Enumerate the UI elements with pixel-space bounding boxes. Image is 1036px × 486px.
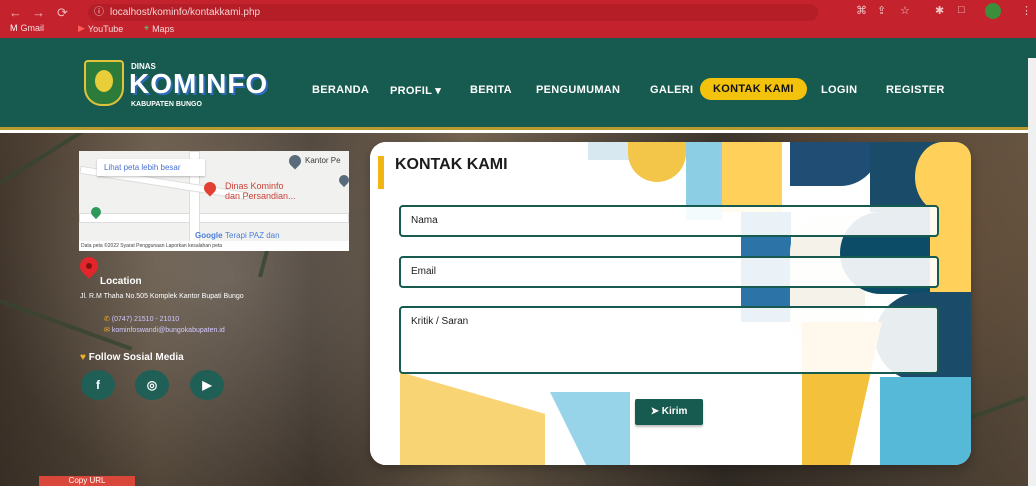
regency-crest: [84, 60, 124, 106]
nav-galeri[interactable]: GALERI: [650, 84, 693, 96]
gmail-bookmark[interactable]: M Gmail: [10, 23, 44, 33]
sidepanel-icon[interactable]: □: [958, 4, 965, 16]
maps-bookmark[interactable]: ⌖ Maps: [144, 23, 174, 34]
instagram-icon: ◎: [146, 378, 158, 392]
map-label: Kantor Pe: [305, 156, 341, 165]
nav-profil[interactable]: PROFIL ▾: [390, 84, 441, 97]
pine-branch: [0, 299, 133, 351]
menu-icon[interactable]: ⋮: [1021, 4, 1032, 17]
google-logo: Google: [195, 231, 223, 240]
back-icon[interactable]: ←: [9, 5, 22, 20]
decor-shape: [880, 377, 971, 465]
facebook-button[interactable]: f: [81, 370, 115, 400]
nav-register[interactable]: REGISTER: [886, 84, 945, 96]
map-pin-icon[interactable]: [286, 152, 304, 170]
map-road: [79, 213, 349, 223]
facebook-icon: f: [96, 378, 100, 392]
share-icon[interactable]: ⇪: [877, 4, 886, 17]
maps-icon: ⌖: [144, 23, 150, 33]
browser-chrome: ← → ⟳ ⓘ localhost/kominfo/kontakkami.php …: [0, 0, 1036, 38]
larger-map-link[interactable]: Lihat peta lebih besar: [97, 159, 205, 176]
address-text: Jl. R.M Thaha No.505 Komplek Kantor Bupa…: [80, 293, 244, 300]
phone-text: ✆ (0747) 21510 - 21010: [104, 316, 180, 323]
youtube-bookmark[interactable]: ▶ YouTube: [78, 23, 123, 34]
map-pin-icon: [336, 172, 349, 188]
address-bar[interactable]: ⓘ localhost/kominfo/kontakkami.php: [88, 4, 818, 21]
copy-url-button[interactable]: Copy URL: [39, 476, 135, 486]
contact-form-card: KONTAK KAMI Nama Email Kritik / Saran ➤ …: [370, 142, 971, 465]
decor-shape: [722, 142, 782, 212]
map-place-label: Dinas Kominfo dan Persandian...: [225, 181, 296, 201]
page-scrollbar[interactable]: [1028, 58, 1036, 486]
nav-pengumuman[interactable]: PENGUMUMAN: [536, 84, 620, 96]
email-text: ✉ kominfoswandi@bungokabupaten.id: [104, 327, 225, 334]
phone-icon: ✆: [104, 316, 112, 323]
email-icon: ✉: [104, 327, 112, 334]
brand-name: KOMINFO: [129, 68, 269, 99]
brand-subtitle: KABUPATEN BUNGO: [131, 101, 202, 108]
profile-avatar[interactable]: [985, 3, 1001, 19]
location-title: Location: [100, 276, 142, 287]
nav-beranda[interactable]: BERANDA: [312, 84, 369, 96]
email-field[interactable]: Email: [399, 256, 939, 288]
nav-kontak-kami[interactable]: KONTAK KAMI: [700, 78, 807, 100]
gmail-icon: M: [10, 23, 18, 33]
map-embed[interactable]: Lihat peta lebih besar Dinas Kominfo dan…: [79, 151, 349, 251]
map-footer: Data peta ©2022 Syarat Penggunaan Lapork…: [79, 241, 349, 251]
extensions-icon[interactable]: ✱: [935, 4, 944, 17]
name-field[interactable]: Nama: [399, 205, 939, 237]
star-icon[interactable]: ☆: [900, 4, 910, 17]
message-field[interactable]: Kritik / Saran: [399, 306, 939, 374]
heart-icon: ♥: [80, 352, 89, 363]
map-label: Terapi PAZ dan: [225, 231, 280, 240]
info-icon: ⓘ: [94, 7, 104, 18]
title-accent: [378, 156, 384, 189]
translate-icon[interactable]: ⌘: [856, 4, 867, 17]
instagram-button[interactable]: ◎: [135, 370, 169, 400]
submit-button[interactable]: ➤ Kirim: [635, 399, 703, 425]
youtube-icon: ▶: [78, 23, 85, 33]
site-header: DINAS KOMINFO KABUPATEN BUNGO BERANDA PR…: [0, 38, 1036, 130]
youtube-button[interactable]: ▶: [190, 370, 224, 400]
send-icon: ➤: [650, 406, 662, 417]
nav-login[interactable]: LOGIN: [821, 84, 857, 96]
youtube-icon: ▶: [202, 378, 212, 392]
follow-heading: ♥ Follow Sosial Media: [80, 352, 184, 363]
page-title: KONTAK KAMI: [395, 156, 508, 173]
nav-berita[interactable]: BERITA: [470, 84, 512, 96]
refresh-icon[interactable]: ⟳: [57, 5, 68, 21]
forward-icon[interactable]: →: [32, 5, 45, 20]
